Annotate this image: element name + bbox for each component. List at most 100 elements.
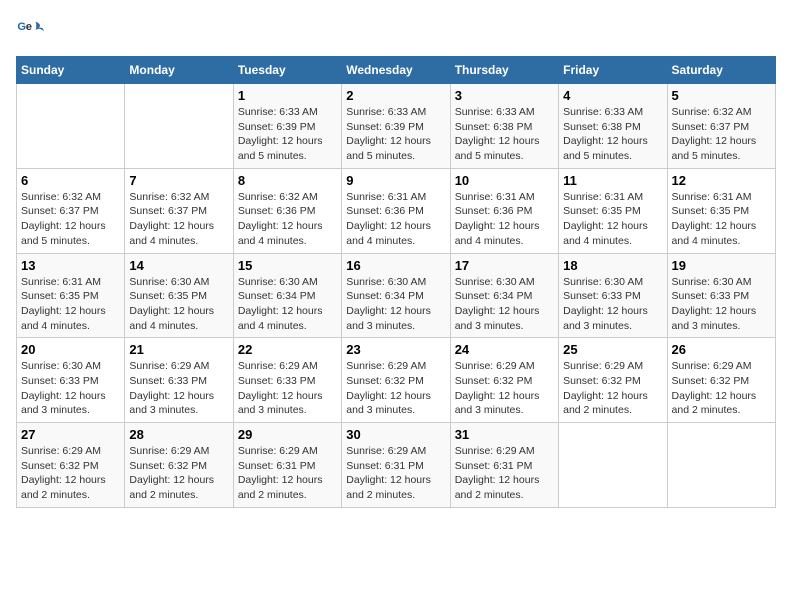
day-number: 16 xyxy=(346,258,445,273)
day-number: 14 xyxy=(129,258,228,273)
day-number: 3 xyxy=(455,88,554,103)
logo-icon: G e xyxy=(16,16,44,44)
calendar-cell: 5 Sunrise: 6:32 AM Sunset: 6:37 PM Daylig… xyxy=(667,84,775,169)
day-detail: Sunrise: 6:31 AM Sunset: 6:35 PM Dayligh… xyxy=(563,190,662,249)
day-detail: Sunrise: 6:30 AM Sunset: 6:33 PM Dayligh… xyxy=(563,275,662,334)
calendar-cell: 7Sunrise: 6:32 AM Sunset: 6:37 PM Daylig… xyxy=(125,168,233,253)
calendar-cell: 31Sunrise: 6:29 AM Sunset: 6:31 PM Dayli… xyxy=(450,423,558,508)
calendar-cell: 13Sunrise: 6:31 AM Sunset: 6:35 PM Dayli… xyxy=(17,253,125,338)
day-detail: Sunrise: 6:29 AM Sunset: 6:32 PM Dayligh… xyxy=(346,359,445,418)
logo: G e xyxy=(16,16,48,44)
weekday-header-monday: Monday xyxy=(125,57,233,84)
weekday-header-friday: Friday xyxy=(559,57,667,84)
day-number: 5 xyxy=(672,88,771,103)
weekday-header-saturday: Saturday xyxy=(667,57,775,84)
day-detail: Sunrise: 6:31 AM Sunset: 6:36 PM Dayligh… xyxy=(455,190,554,249)
day-number: 17 xyxy=(455,258,554,273)
day-number: 25 xyxy=(563,342,662,357)
day-number: 30 xyxy=(346,427,445,442)
calendar-body: 1Sunrise: 6:33 AM Sunset: 6:39 PM Daylig… xyxy=(17,84,776,508)
calendar-week-1: 1Sunrise: 6:33 AM Sunset: 6:39 PM Daylig… xyxy=(17,84,776,169)
day-number: 8 xyxy=(238,173,337,188)
calendar-cell: 17 Sunrise: 6:30 AM Sunset: 6:34 PM Dayli… xyxy=(450,253,558,338)
day-number: 9 xyxy=(346,173,445,188)
day-detail: Sunrise: 6:30 AM Sunset: 6:34 PM Dayligh… xyxy=(346,275,445,334)
svg-text:G: G xyxy=(17,21,26,33)
calendar-cell: 19 Sunrise: 6:30 AM Sunset: 6:33 PM Dayli… xyxy=(667,253,775,338)
calendar-cell: 10 Sunrise: 6:31 AM Sunset: 6:36 PM Dayli… xyxy=(450,168,558,253)
weekday-header-tuesday: Tuesday xyxy=(233,57,341,84)
day-number: 23 xyxy=(346,342,445,357)
day-detail: Sunrise: 6:29 AM Sunset: 6:31 PM Dayligh… xyxy=(346,444,445,503)
day-number: 19 xyxy=(672,258,771,273)
page-header: G e xyxy=(16,16,776,44)
calendar-week-5: 27 Sunrise: 6:29 AM Sunset: 6:32 PM Dayli… xyxy=(17,423,776,508)
day-detail: Sunrise: 6:29 AM Sunset: 6:32 PM Dayligh… xyxy=(672,359,771,418)
day-detail: Sunrise: 6:30 AM Sunset: 6:33 PM Dayligh… xyxy=(672,275,771,334)
calendar-cell: 23 Sunrise: 6:29 AM Sunset: 6:32 PM Dayli… xyxy=(342,338,450,423)
calendar-cell: 18 Sunrise: 6:30 AM Sunset: 6:33 PM Dayli… xyxy=(559,253,667,338)
day-detail: Sunrise: 6:33 AM Sunset: 6:39 PM Dayligh… xyxy=(238,105,337,164)
day-detail: Sunrise: 6:29 AM Sunset: 6:32 PM Dayligh… xyxy=(129,444,228,503)
day-detail: Sunrise: 6:30 AM Sunset: 6:35 PM Dayligh… xyxy=(129,275,228,334)
calendar-cell: 27Sunrise: 6:29 AM Sunset: 6:32 PM Dayli… xyxy=(17,423,125,508)
calendar-header: SundayMondayTuesdayWednesdayThursdayFrid… xyxy=(17,57,776,84)
calendar-cell: 30 Sunrise: 6:29 AM Sunset: 6:31 PM Dayli… xyxy=(342,423,450,508)
svg-text:e: e xyxy=(26,21,32,33)
calendar-cell: 12 Sunrise: 6:31 AM Sunset: 6:35 PM Dayli… xyxy=(667,168,775,253)
day-detail: Sunrise: 6:29 AM Sunset: 6:32 PM Dayligh… xyxy=(455,359,554,418)
calendar-cell: 15 Sunrise: 6:30 AM Sunset: 6:34 PM Dayli… xyxy=(233,253,341,338)
day-number: 2 xyxy=(346,88,445,103)
calendar-cell: 28Sunrise: 6:29 AM Sunset: 6:32 PM Dayli… xyxy=(125,423,233,508)
calendar-cell xyxy=(125,84,233,169)
day-number: 7 xyxy=(129,173,228,188)
weekday-header-thursday: Thursday xyxy=(450,57,558,84)
calendar-cell: 26 Sunrise: 6:29 AM Sunset: 6:32 PM Dayli… xyxy=(667,338,775,423)
calendar-cell: 4 Sunrise: 6:33 AM Sunset: 6:38 PM Daylig… xyxy=(559,84,667,169)
day-detail: Sunrise: 6:32 AM Sunset: 6:36 PM Dayligh… xyxy=(238,190,337,249)
calendar-cell: 25 Sunrise: 6:29 AM Sunset: 6:32 PM Dayli… xyxy=(559,338,667,423)
day-detail: Sunrise: 6:29 AM Sunset: 6:32 PM Dayligh… xyxy=(563,359,662,418)
day-number: 22 xyxy=(238,342,337,357)
calendar-cell: 24 Sunrise: 6:29 AM Sunset: 6:32 PM Dayli… xyxy=(450,338,558,423)
day-number: 21 xyxy=(129,342,228,357)
calendar-cell: 8 Sunrise: 6:32 AM Sunset: 6:36 PM Daylig… xyxy=(233,168,341,253)
calendar-cell: 20 Sunrise: 6:30 AM Sunset: 6:33 PM Dayli… xyxy=(17,338,125,423)
day-number: 10 xyxy=(455,173,554,188)
day-detail: Sunrise: 6:32 AM Sunset: 6:37 PM Dayligh… xyxy=(672,105,771,164)
weekday-header-wednesday: Wednesday xyxy=(342,57,450,84)
calendar-cell: 9 Sunrise: 6:31 AM Sunset: 6:36 PM Daylig… xyxy=(342,168,450,253)
day-number: 20 xyxy=(21,342,120,357)
day-number: 12 xyxy=(672,173,771,188)
day-number: 15 xyxy=(238,258,337,273)
day-detail: Sunrise: 6:33 AM Sunset: 6:39 PM Dayligh… xyxy=(346,105,445,164)
day-detail: Sunrise: 6:30 AM Sunset: 6:34 PM Dayligh… xyxy=(238,275,337,334)
calendar-cell: 22 Sunrise: 6:29 AM Sunset: 6:33 PM Dayli… xyxy=(233,338,341,423)
day-detail: Sunrise: 6:32 AM Sunset: 6:37 PM Dayligh… xyxy=(21,190,120,249)
day-number: 24 xyxy=(455,342,554,357)
calendar-cell: 2 Sunrise: 6:33 AM Sunset: 6:39 PM Daylig… xyxy=(342,84,450,169)
calendar-week-3: 13Sunrise: 6:31 AM Sunset: 6:35 PM Dayli… xyxy=(17,253,776,338)
calendar-table: SundayMondayTuesdayWednesdayThursdayFrid… xyxy=(16,56,776,508)
day-detail: Sunrise: 6:30 AM Sunset: 6:33 PM Dayligh… xyxy=(21,359,120,418)
day-number: 27 xyxy=(21,427,120,442)
day-number: 18 xyxy=(563,258,662,273)
calendar-cell xyxy=(559,423,667,508)
day-detail: Sunrise: 6:30 AM Sunset: 6:34 PM Dayligh… xyxy=(455,275,554,334)
day-number: 26 xyxy=(672,342,771,357)
calendar-cell: 16 Sunrise: 6:30 AM Sunset: 6:34 PM Dayli… xyxy=(342,253,450,338)
weekday-header-row: SundayMondayTuesdayWednesdayThursdayFrid… xyxy=(17,57,776,84)
calendar-cell xyxy=(17,84,125,169)
day-number: 31 xyxy=(455,427,554,442)
day-number: 4 xyxy=(563,88,662,103)
calendar-cell: 1Sunrise: 6:33 AM Sunset: 6:39 PM Daylig… xyxy=(233,84,341,169)
day-detail: Sunrise: 6:31 AM Sunset: 6:35 PM Dayligh… xyxy=(672,190,771,249)
day-detail: Sunrise: 6:29 AM Sunset: 6:33 PM Dayligh… xyxy=(238,359,337,418)
calendar-cell: 21 Sunrise: 6:29 AM Sunset: 6:33 PM Dayli… xyxy=(125,338,233,423)
day-detail: Sunrise: 6:33 AM Sunset: 6:38 PM Dayligh… xyxy=(563,105,662,164)
weekday-header-sunday: Sunday xyxy=(17,57,125,84)
day-detail: Sunrise: 6:29 AM Sunset: 6:33 PM Dayligh… xyxy=(129,359,228,418)
day-detail: Sunrise: 6:31 AM Sunset: 6:36 PM Dayligh… xyxy=(346,190,445,249)
day-detail: Sunrise: 6:33 AM Sunset: 6:38 PM Dayligh… xyxy=(455,105,554,164)
day-number: 29 xyxy=(238,427,337,442)
